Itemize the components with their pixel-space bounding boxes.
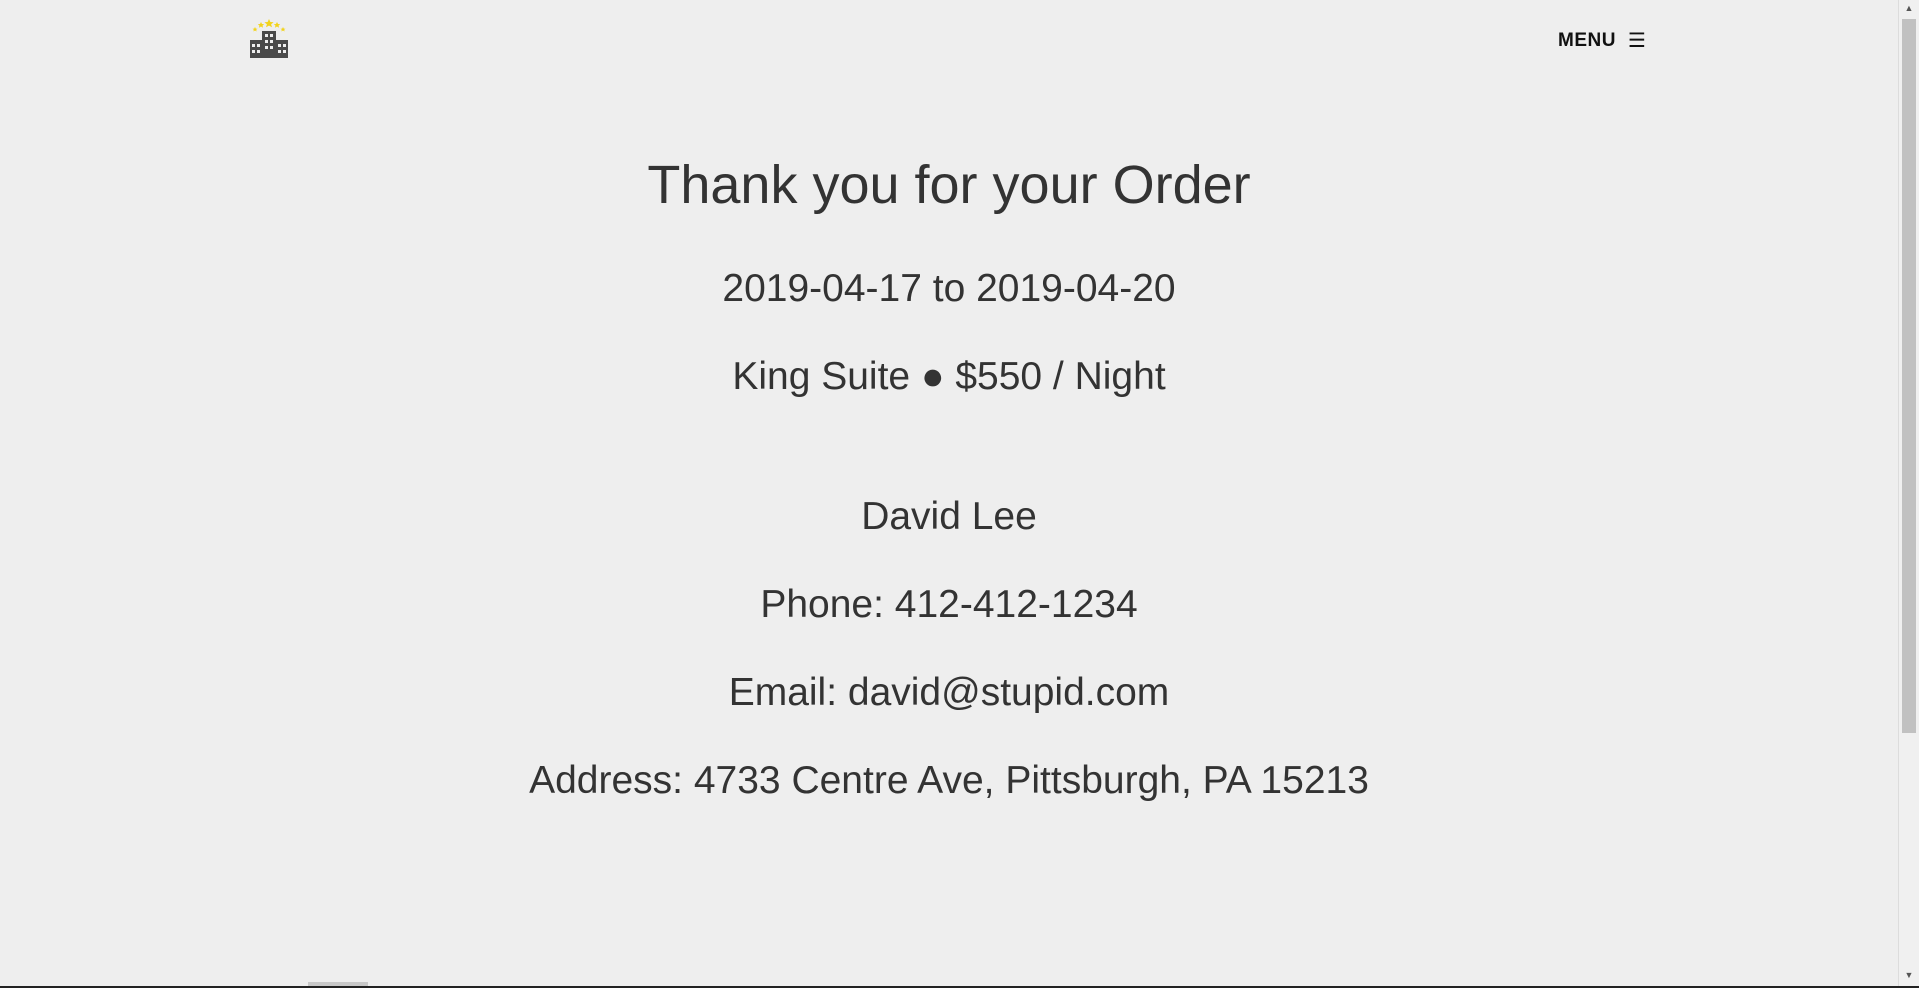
scroll-down-icon[interactable]: ▼ [1899,967,1919,984]
menu-button[interactable]: MENU ☰ [1558,30,1646,52]
guest-address: Address: 4733 Centre Ave, Pittsburgh, PA… [529,759,1369,802]
vertical-scrollbar[interactable]: ▲ ▼ [1898,0,1919,986]
hotel-logo-icon[interactable] [248,18,290,58]
horizontal-scrollbar-thumb[interactable] [308,982,368,986]
scroll-up-icon[interactable]: ▲ [1899,0,1919,17]
hotel-building-icon [250,19,288,58]
guest-phone: Phone: 412-412-1234 [760,583,1138,626]
menu-label: MENU [1558,30,1616,51]
room-info: King Suite ● $550 / Night [732,355,1166,398]
page-title: Thank you for your Order [647,155,1251,215]
guest-email: Email: david@stupid.com [728,671,1170,714]
order-confirmation-page: MENU ☰ Thank you for your Order 2019-04-… [0,0,1919,988]
guest-name: David Lee [861,495,1037,538]
booking-dates: 2019-04-17 to 2019-04-20 [722,267,1176,310]
hamburger-icon: ☰ [1627,30,1646,52]
scrollbar-thumb[interactable] [1902,19,1916,733]
